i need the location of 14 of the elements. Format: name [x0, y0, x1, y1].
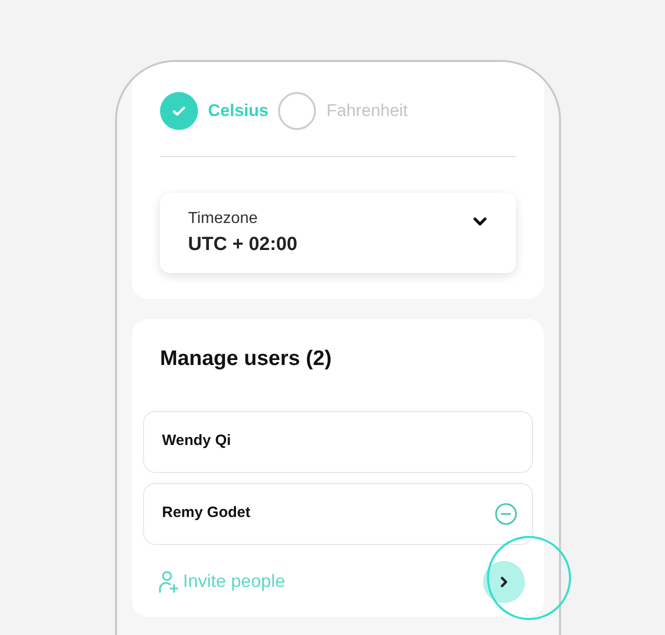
next-button[interactable] [483, 560, 525, 602]
timezone-dropdown[interactable]: Timezone UTC + 02:00 [160, 193, 516, 273]
remove-icon[interactable] [494, 502, 518, 526]
check-icon [160, 92, 198, 130]
user-name: Remy Godet [162, 503, 250, 524]
user-row[interactable]: Wendy Qi [143, 410, 533, 472]
add-user-icon [158, 570, 180, 594]
timezone-value: UTC + 02:00 [188, 232, 298, 257]
user-row[interactable]: Remy Godet [143, 482, 533, 544]
chevron-down-icon [472, 216, 488, 228]
section-title: Manage users (2) [160, 346, 333, 372]
chevron-right-icon [499, 574, 509, 588]
timezone-label: Timezone [188, 208, 259, 229]
user-name: Wendy Qi [162, 431, 231, 452]
